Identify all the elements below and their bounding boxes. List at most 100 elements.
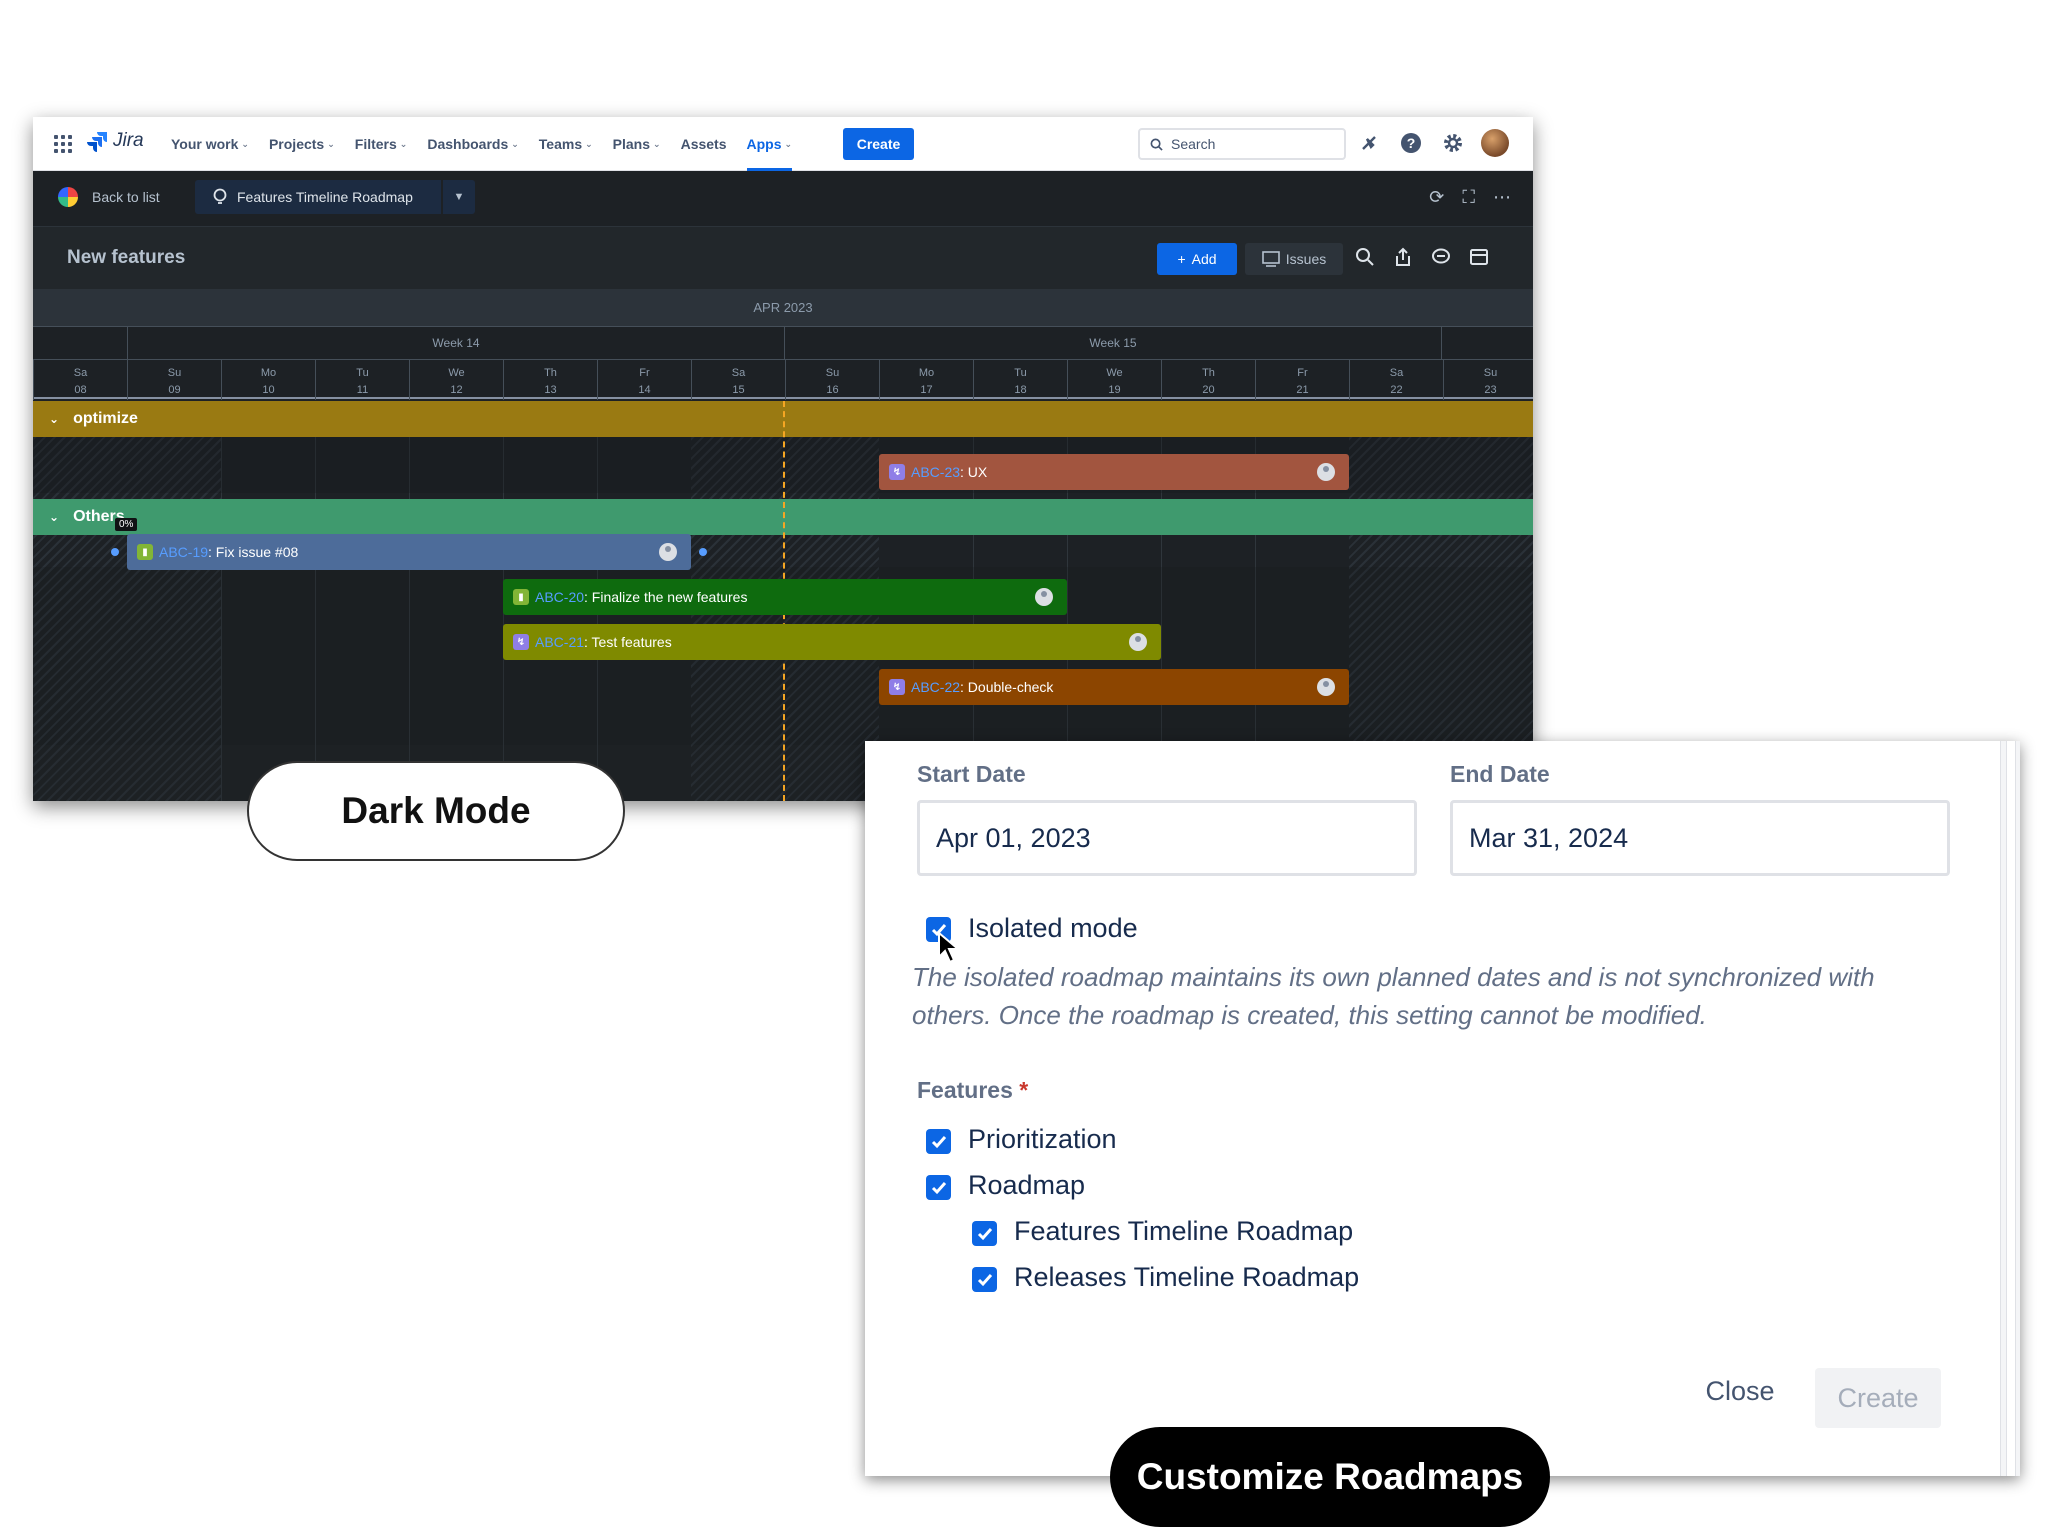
week-header: Week 15: [784, 327, 1441, 359]
end-date-input[interactable]: Mar 31, 2024: [1450, 800, 1950, 876]
nav-filters[interactable]: Filters ⌄: [355, 117, 408, 171]
issue-bar-abc-21[interactable]: ↯ ABC-21: Test features: [503, 624, 1161, 660]
search-input[interactable]: Search: [1138, 128, 1346, 160]
day-number: 15: [732, 384, 745, 396]
dialog-scrollbar[interactable]: [2000, 741, 2020, 1476]
assignee-icon[interactable]: [659, 543, 677, 561]
start-date-input[interactable]: Apr 01, 2023: [917, 800, 1417, 876]
roadmap-label: Roadmap: [968, 1170, 1086, 1200]
epic-icon: ↯: [889, 464, 905, 480]
add-button[interactable]: + Add: [1157, 243, 1237, 275]
day-header: Fr 21: [1255, 360, 1349, 400]
roadmap-checkbox[interactable]: [926, 1175, 951, 1200]
app-switcher-icon[interactable]: [54, 135, 72, 153]
chevron-down-icon: ⌄: [585, 138, 593, 149]
day-number: 21: [1296, 384, 1309, 396]
chevron-down-icon[interactable]: ⌄: [49, 510, 59, 524]
assignee-icon[interactable]: [1129, 633, 1147, 651]
nav-label: Apps: [746, 136, 782, 152]
issue-bar-abc-20[interactable]: ▮ ABC-20: Finalize the new features: [503, 579, 1067, 615]
assignee-icon[interactable]: [1317, 678, 1335, 696]
create-button[interactable]: Create: [843, 128, 914, 160]
settings-gear-icon[interactable]: [1439, 129, 1467, 157]
timeline-month: APR 2023: [33, 289, 1533, 327]
day-header: Sa 15: [691, 360, 785, 400]
issue-key[interactable]: ABC-21: [535, 634, 584, 650]
nav-plans[interactable]: Plans ⌄: [613, 117, 661, 171]
nav-dashboards[interactable]: Dashboards ⌄: [427, 117, 518, 171]
releases-timeline-checkbox[interactable]: [972, 1267, 997, 1292]
epic-icon: ↯: [513, 634, 529, 650]
day-name: Sa: [73, 367, 88, 379]
day-name: Su: [1483, 367, 1498, 379]
drag-handle-start[interactable]: [111, 548, 119, 556]
mouse-cursor-icon: [938, 931, 961, 964]
fullscreen-icon[interactable]: ⛶: [1462, 187, 1475, 208]
drag-handle-end[interactable]: [699, 548, 707, 556]
features-timeline-checkbox[interactable]: [972, 1221, 997, 1246]
panel-icon[interactable]: [1469, 247, 1489, 267]
day-header: We 19: [1067, 360, 1161, 400]
nav-teams[interactable]: Teams ⌄: [539, 117, 593, 171]
day-name: Fr: [639, 367, 650, 379]
nav-label: Plans: [612, 136, 651, 152]
day-name: Sa: [1389, 367, 1404, 379]
assignee-icon[interactable]: [1035, 588, 1053, 606]
issue-title: : Test features: [584, 634, 672, 650]
day-name: Mo: [260, 367, 277, 379]
more-options-icon[interactable]: ⋯: [1493, 187, 1511, 208]
issue-key[interactable]: ABC-22: [911, 679, 960, 695]
user-avatar[interactable]: [1481, 129, 1509, 157]
refresh-icon[interactable]: ⟳: [1429, 187, 1444, 208]
app-logo-icon: [58, 187, 78, 207]
story-icon: ▮: [513, 589, 529, 605]
assignee-icon[interactable]: [1317, 463, 1335, 481]
day-header: Sa 22: [1349, 360, 1443, 400]
issues-icon: [1261, 251, 1280, 267]
nav-apps[interactable]: Apps ⌄: [746, 117, 793, 171]
notifications-icon[interactable]: [1355, 129, 1383, 157]
roadmap-selector[interactable]: Features Timeline Roadmap ▼: [195, 180, 475, 214]
chevron-down-icon: ⌄: [784, 138, 793, 149]
issue-bar-abc-19[interactable]: ▮ ABC-19: Fix issue #08: [127, 534, 691, 570]
back-to-list-link[interactable]: Back to list: [58, 187, 160, 207]
jira-logo-text: Jira: [113, 130, 144, 151]
checkmark-icon: [931, 1181, 946, 1194]
epic-icon: ↯: [889, 679, 905, 695]
create-roadmap-dialog: Start Date Apr 01, 2023 End Date Mar 31,…: [865, 741, 2020, 1476]
issue-key[interactable]: ABC-23: [911, 464, 960, 480]
jira-logo-icon: [87, 132, 107, 152]
issues-button[interactable]: Issues: [1245, 243, 1343, 275]
day-header: Sa 08: [33, 360, 127, 400]
day-header: Su 16: [785, 360, 879, 400]
nav-assets[interactable]: Assets: [681, 117, 727, 171]
scrollbar-thumb[interactable]: [2006, 741, 2016, 1476]
close-button[interactable]: Close: [1695, 1361, 1785, 1421]
day-number: 23: [1484, 384, 1497, 396]
chevron-down-icon[interactable]: ⌄: [49, 412, 59, 426]
nav-label: Projects: [268, 136, 325, 152]
nav-projects[interactable]: Projects ⌄: [269, 117, 335, 171]
create-roadmap-button[interactable]: Create: [1815, 1368, 1941, 1428]
help-icon[interactable]: ?: [1397, 129, 1425, 157]
prioritization-checkbox[interactable]: [926, 1129, 951, 1154]
chevron-down-icon: ⌄: [241, 138, 249, 149]
progress-badge: 0%: [115, 518, 138, 531]
chevron-down-icon: ⌄: [399, 138, 408, 149]
issue-key[interactable]: ABC-20: [535, 589, 584, 605]
issue-bar-abc-22[interactable]: ↯ ABC-22: Double-check: [879, 669, 1349, 705]
day-name: We: [1106, 367, 1123, 379]
jira-logo[interactable]: Jira: [87, 130, 144, 152]
nav-label: Dashboards: [427, 136, 509, 152]
search-icon[interactable]: [1355, 247, 1375, 267]
end-date-label: End Date: [1450, 761, 1550, 787]
day-header: We 12: [409, 360, 503, 400]
day-header: Fr 14: [597, 360, 691, 400]
issue-key[interactable]: ABC-19: [159, 544, 208, 560]
issue-bar-abc-23[interactable]: ↯ ABC-23: UX: [879, 454, 1349, 490]
nav-your-work[interactable]: Your work ⌄: [171, 117, 249, 171]
chevron-down-icon[interactable]: ▼: [443, 180, 475, 214]
comment-icon[interactable]: [1431, 247, 1451, 267]
day-number: 16: [826, 384, 839, 396]
share-icon[interactable]: [1393, 247, 1413, 267]
